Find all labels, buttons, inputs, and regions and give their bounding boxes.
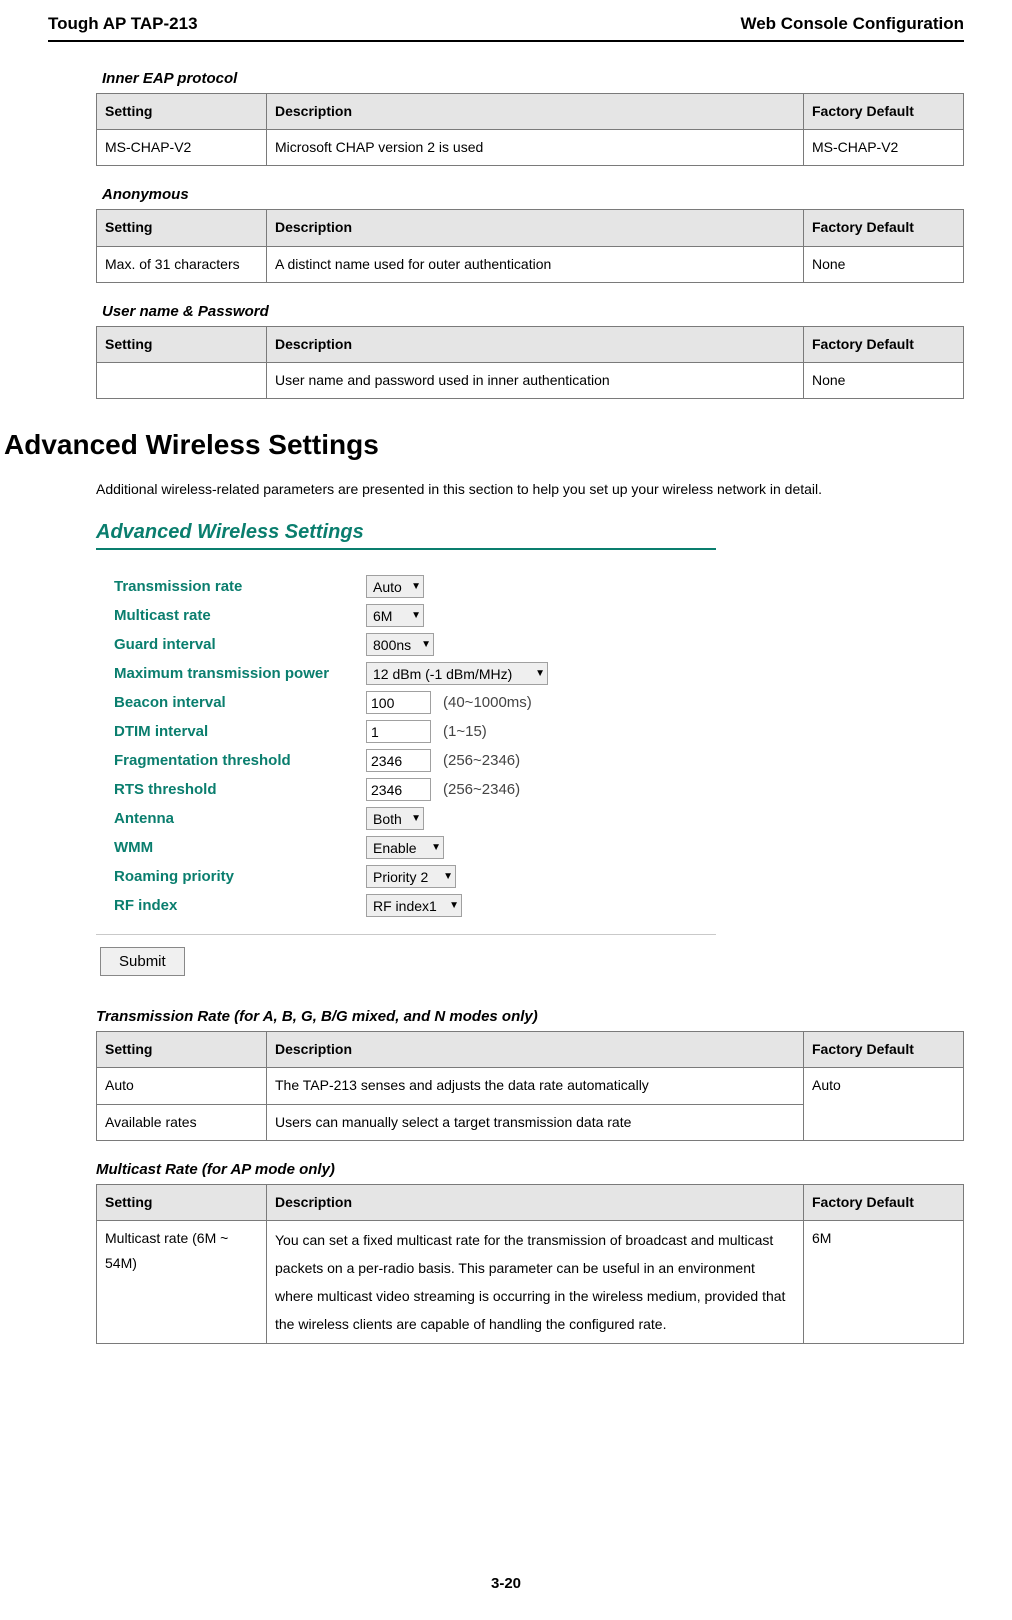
table-row: User name and password used in inner aut… [97,362,964,398]
select-transmission-rate[interactable]: Auto ▼ [366,575,424,598]
chevron-down-icon: ▼ [535,668,545,679]
heading-userpw: User name & Password [102,303,964,320]
chevron-down-icon: ▼ [431,842,441,853]
select-value: 6M [373,608,392,624]
select-guard-interval[interactable]: 800ns ▼ [366,633,434,656]
field-label: Maximum transmission power [96,665,366,682]
select-value: Auto [373,579,402,595]
heading-multicast: Multicast Rate (for AP mode only) [96,1161,964,1178]
page-title: Advanced Wireless Settings [4,429,964,461]
th-description: Description [267,94,804,130]
select-value: 800ns [373,637,411,653]
select-roaming-priority[interactable]: Priority 2 ▼ [366,865,456,888]
select-value: RF index1 [373,898,437,914]
heading-tx-rate: Transmission Rate (for A, B, G, B/G mixe… [96,1008,964,1025]
field-label: RTS threshold [96,781,366,798]
input-fragmentation-threshold[interactable] [366,749,431,772]
form-row: Multicast rate 6M ▼ [96,601,964,630]
form-row: Antenna Both ▼ [96,804,964,833]
form-row: Maximum transmission power12 dBm (-1 dBm… [96,659,964,688]
field-label: Guard interval [96,636,366,653]
table-anonymous: Setting Description Factory Default Max.… [96,209,964,282]
field-hint: (40~1000ms) [443,694,532,711]
select-rf-index[interactable]: RF index1 ▼ [366,894,462,917]
select-wmm[interactable]: Enable ▼ [366,836,444,859]
select-value: Both [373,811,402,827]
chevron-down-icon: ▼ [411,813,421,824]
screenshot-panel: Advanced Wireless Settings Transmission … [96,521,964,980]
field-hint: (256~2346) [443,752,520,769]
table-row: Max. of 31 characters A distinct name us… [97,246,964,282]
form-row: Roaming priority Priority 2 ▼ [96,862,964,891]
form-row: WMM Enable ▼ [96,833,964,862]
form-row: DTIM interval (1~15) [96,717,964,746]
field-label: RF index [96,897,366,914]
form-row: Beacon interval (40~1000ms) [96,688,964,717]
field-label: Transmission rate [96,578,366,595]
chevron-down-icon: ▼ [421,639,431,650]
input-beacon-interval[interactable] [366,691,431,714]
page-number: 3-20 [0,1575,1012,1592]
table-row: Multicast rate (6M ~ 54M) You can set a … [97,1220,964,1343]
panel-title: Advanced Wireless Settings [96,521,716,550]
field-label: Multicast rate [96,607,366,624]
intro-paragraph: Additional wireless-related parameters a… [96,475,964,503]
table-tx-rate: Setting Description Factory Default Auto… [96,1031,964,1141]
submit-button[interactable]: Submit [100,947,185,976]
table-inner-eap: Setting Description Factory Default MS-C… [96,93,964,166]
select-antenna[interactable]: Both ▼ [366,807,424,830]
field-label: Fragmentation threshold [96,752,366,769]
field-label: WMM [96,839,366,856]
form-row: Transmission rate Auto ▼ [96,572,964,601]
field-label: DTIM interval [96,723,366,740]
select-value: Priority 2 [373,869,428,885]
table-userpw: Setting Description Factory Default User… [96,326,964,399]
table-row: MS-CHAP-V2 Microsoft CHAP version 2 is u… [97,130,964,166]
select-value: 12 dBm (-1 dBm/MHz) [373,666,512,682]
heading-inner-eap: Inner EAP protocol [102,70,964,87]
chevron-down-icon: ▼ [449,900,459,911]
header-right: Web Console Configuration [740,14,964,34]
form-row: RF index RF index1 ▼ [96,891,964,920]
field-hint: (256~2346) [443,781,520,798]
field-label: Roaming priority [96,868,366,885]
header-left: Tough AP TAP-213 [48,14,198,34]
th-factory-default: Factory Default [804,94,964,130]
form-row: Fragmentation threshold (256~2346) [96,746,964,775]
select-value: Enable [373,840,417,856]
table-multicast: Setting Description Factory Default Mult… [96,1184,964,1344]
page-header: Tough AP TAP-213 Web Console Configurati… [48,14,964,42]
input-rts-threshold[interactable] [366,778,431,801]
input-dtim-interval[interactable] [366,720,431,743]
select-multicast-rate[interactable]: 6M ▼ [366,604,424,627]
field-label: Beacon interval [96,694,366,711]
chevron-down-icon: ▼ [411,610,421,621]
form-row: Guard interval 800ns ▼ [96,630,964,659]
th-setting: Setting [97,94,267,130]
select-maximum-transmission-power[interactable]: 12 dBm (-1 dBm/MHz) ▼ [366,662,548,685]
table-row: Auto The TAP-213 senses and adjusts the … [97,1068,964,1104]
field-hint: (1~15) [443,723,487,740]
heading-anonymous: Anonymous [102,186,964,203]
divider [96,934,716,935]
field-label: Antenna [96,810,366,827]
chevron-down-icon: ▼ [411,581,421,592]
form-row: RTS threshold (256~2346) [96,775,964,804]
chevron-down-icon: ▼ [443,871,453,882]
